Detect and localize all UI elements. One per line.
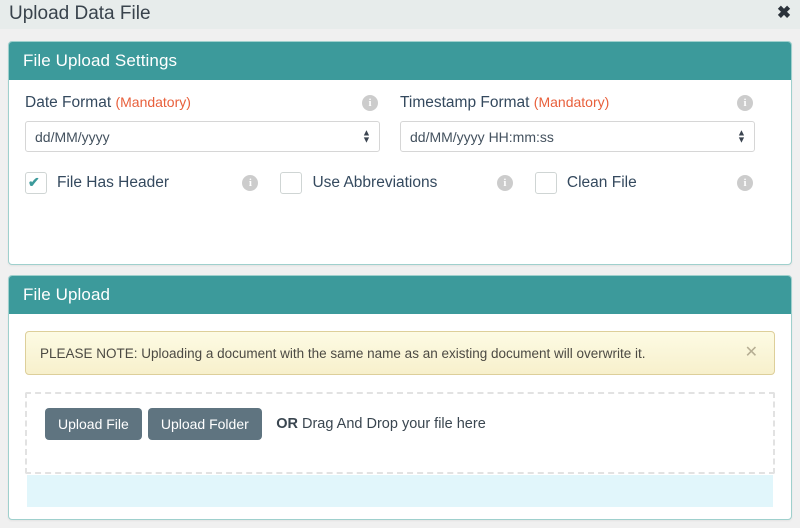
upload-panel-heading: File Upload (9, 276, 791, 314)
upload-folder-button[interactable]: Upload Folder (148, 408, 262, 440)
date-format-field: Date Format (Mandatory) i dd/MM/yyyy ▲▼ (25, 94, 400, 152)
date-format-label-text: Date Format (25, 94, 111, 111)
clean-file-item: Clean File i (535, 172, 775, 194)
upload-progress-strip (27, 475, 773, 507)
file-upload-panel: File Upload PLEASE NOTE: Uploading a doc… (8, 275, 792, 520)
file-upload-settings-panel: File Upload Settings Date Format (Mandat… (8, 41, 792, 265)
settings-panel-body: Date Format (Mandatory) i dd/MM/yyyy ▲▼ … (9, 80, 791, 194)
dialog-titlebar: Upload Data File ✖ (0, 0, 800, 29)
upload-data-file-dialog: Upload Data File ✖ File Upload Settings … (0, 0, 800, 528)
date-format-info-icon[interactable]: i (362, 95, 378, 111)
date-format-select-wrap: dd/MM/yyyy ▲▼ (25, 121, 380, 152)
use-abbreviations-info-icon[interactable]: i (497, 175, 513, 191)
timestamp-format-mandatory: (Mandatory) (534, 94, 609, 110)
drag-drop-hint: OR Drag And Drop your file here (276, 416, 486, 432)
clean-file-label[interactable]: Clean File (567, 174, 637, 192)
file-has-header-label[interactable]: File Has Header (57, 174, 169, 192)
or-label: OR (276, 416, 298, 432)
overwrite-warning-alert: PLEASE NOTE: Uploading a document with t… (25, 331, 775, 375)
file-dropzone[interactable]: Upload FileUpload Folder OR Drag And Dro… (25, 392, 775, 474)
date-format-label: Date Format (Mandatory) (25, 94, 380, 112)
upload-file-button[interactable]: Upload File (45, 408, 142, 440)
use-abbreviations-label[interactable]: Use Abbreviations (312, 174, 437, 192)
settings-checkbox-row: File Has Header i Use Abbreviations i Cl… (9, 152, 791, 194)
timestamp-format-info-icon[interactable]: i (737, 95, 753, 111)
timestamp-format-label: Timestamp Format (Mandatory) (400, 94, 755, 112)
format-fields-row: Date Format (Mandatory) i dd/MM/yyyy ▲▼ … (9, 80, 791, 152)
file-has-header-info-icon[interactable]: i (242, 175, 258, 191)
use-abbreviations-item: Use Abbreviations i (280, 172, 534, 194)
dialog-title: Upload Data File (9, 2, 151, 26)
alert-close-icon[interactable]: ✕ (745, 345, 760, 361)
timestamp-format-select-wrap: dd/MM/yyyy HH:mm:ss ▲▼ (400, 121, 755, 152)
file-has-header-item: File Has Header i (25, 172, 280, 194)
alert-message: PLEASE NOTE: Uploading a document with t… (40, 346, 646, 361)
settings-panel-heading: File Upload Settings (9, 42, 791, 80)
clean-file-checkbox[interactable] (535, 172, 557, 194)
close-icon[interactable]: ✖ (774, 3, 794, 23)
timestamp-format-field: Timestamp Format (Mandatory) i dd/MM/yyy… (400, 94, 775, 152)
use-abbreviations-checkbox[interactable] (280, 172, 302, 194)
clean-file-info-icon[interactable]: i (737, 175, 753, 191)
drag-drop-label: Drag And Drop your file here (302, 416, 486, 432)
timestamp-format-select[interactable]: dd/MM/yyyy HH:mm:ss (400, 121, 755, 152)
date-format-select[interactable]: dd/MM/yyyy (25, 121, 380, 152)
upload-panel-body: PLEASE NOTE: Uploading a document with t… (9, 331, 791, 474)
date-format-mandatory: (Mandatory) (115, 94, 190, 110)
file-has-header-checkbox[interactable] (25, 172, 47, 194)
timestamp-format-label-text: Timestamp Format (400, 94, 529, 111)
